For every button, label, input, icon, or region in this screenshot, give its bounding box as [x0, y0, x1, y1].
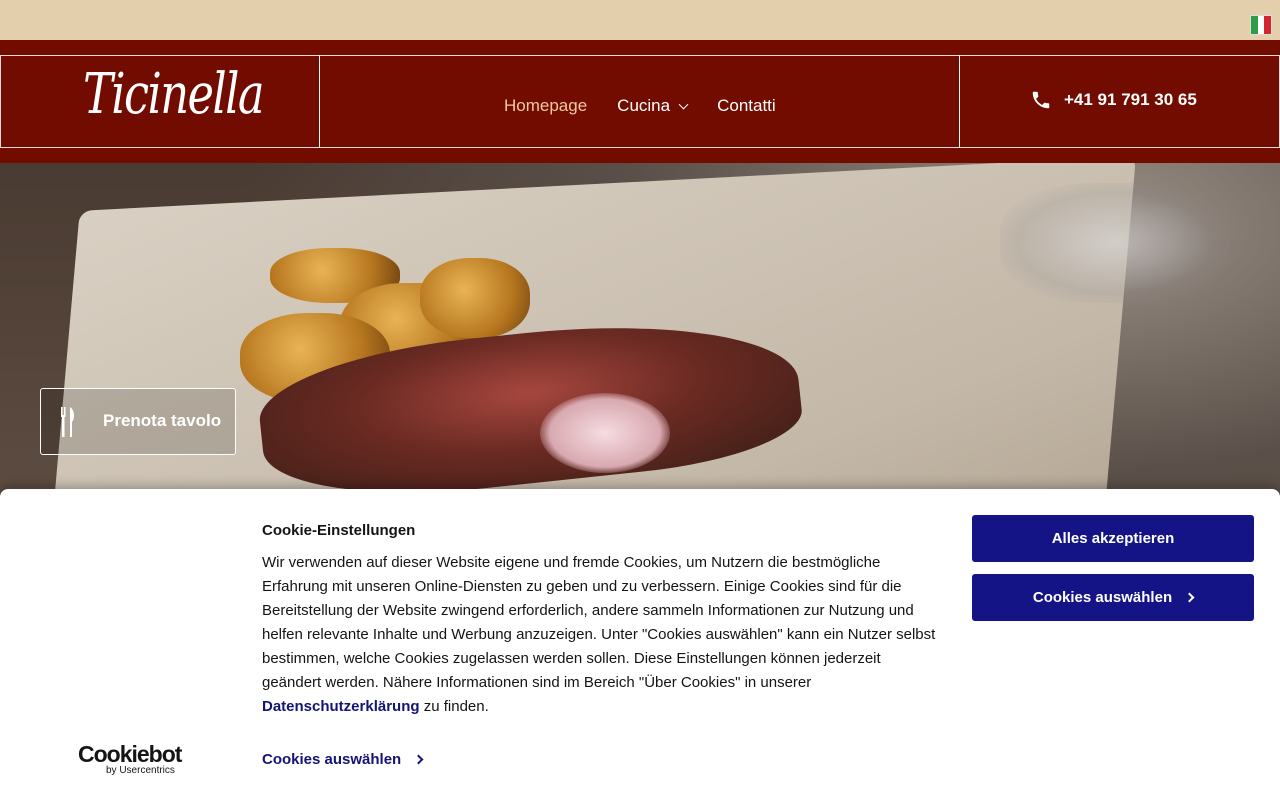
main-nav-cell: Homepage Cucina Contatti	[319, 55, 960, 148]
select-cookies-button[interactable]: Cookies auswählen	[972, 574, 1254, 621]
privacy-policy-link[interactable]: Datenschutzerklärung	[262, 698, 420, 715]
cookie-description: Wir verwenden auf dieser Website eigene …	[262, 551, 942, 719]
potato-image	[420, 258, 530, 338]
glass-image	[1000, 183, 1230, 303]
nav-item-cucina-label: Cucina	[617, 96, 671, 115]
book-table-label: Prenota tavolo	[103, 411, 222, 430]
phone-number: +41 91 791 30 65	[1064, 90, 1197, 109]
fork-knife-icon	[61, 407, 75, 437]
cookiebot-logo-main: Cookiebot	[78, 741, 182, 767]
italian-flag-icon[interactable]	[1250, 15, 1272, 35]
accept-all-button[interactable]: Alles akzeptieren	[972, 515, 1254, 562]
cookie-text-part1: Wir verwenden auf dieser Website eigene …	[262, 554, 936, 691]
chevron-down-icon	[678, 99, 689, 110]
cookie-details-link[interactable]: Cookies auswählen	[262, 751, 424, 768]
logo-cell: Ticinella	[0, 55, 320, 148]
cookiebot-logo: Cookiebot by Usercentrics	[78, 741, 182, 776]
main-nav: Homepage Cucina Contatti	[504, 96, 776, 116]
chevron-right-icon	[413, 754, 424, 765]
nav-item-homepage[interactable]: Homepage	[504, 96, 587, 116]
nav-item-cucina[interactable]: Cucina	[617, 96, 689, 116]
top-bar	[0, 0, 1280, 40]
cookie-title: Cookie-Einstellungen	[262, 522, 416, 539]
phone-link[interactable]: +41 91 791 30 65	[1030, 89, 1197, 111]
cookie-details-label: Cookies auswählen	[262, 751, 402, 768]
select-cookies-label: Cookies auswählen	[1032, 589, 1173, 606]
phone-icon	[1032, 91, 1050, 109]
flower-garnish-image	[540, 393, 670, 473]
book-table-button[interactable]: Prenota tavolo	[40, 388, 236, 455]
cookie-text-part2: zu finden.	[419, 698, 489, 715]
cookiebot-logo-sub: by Usercentrics	[106, 765, 175, 776]
phone-cell: +41 91 791 30 65	[959, 55, 1280, 148]
site-header: Ticinella Homepage Cucina Contatti +41 9…	[0, 40, 1280, 163]
cookie-banner: Cookie-Einstellungen Wir verwenden auf d…	[0, 489, 1280, 800]
site-logo[interactable]: Ticinella	[83, 62, 265, 127]
nav-item-contatti[interactable]: Contatti	[717, 96, 776, 116]
chevron-right-icon	[1184, 592, 1195, 603]
